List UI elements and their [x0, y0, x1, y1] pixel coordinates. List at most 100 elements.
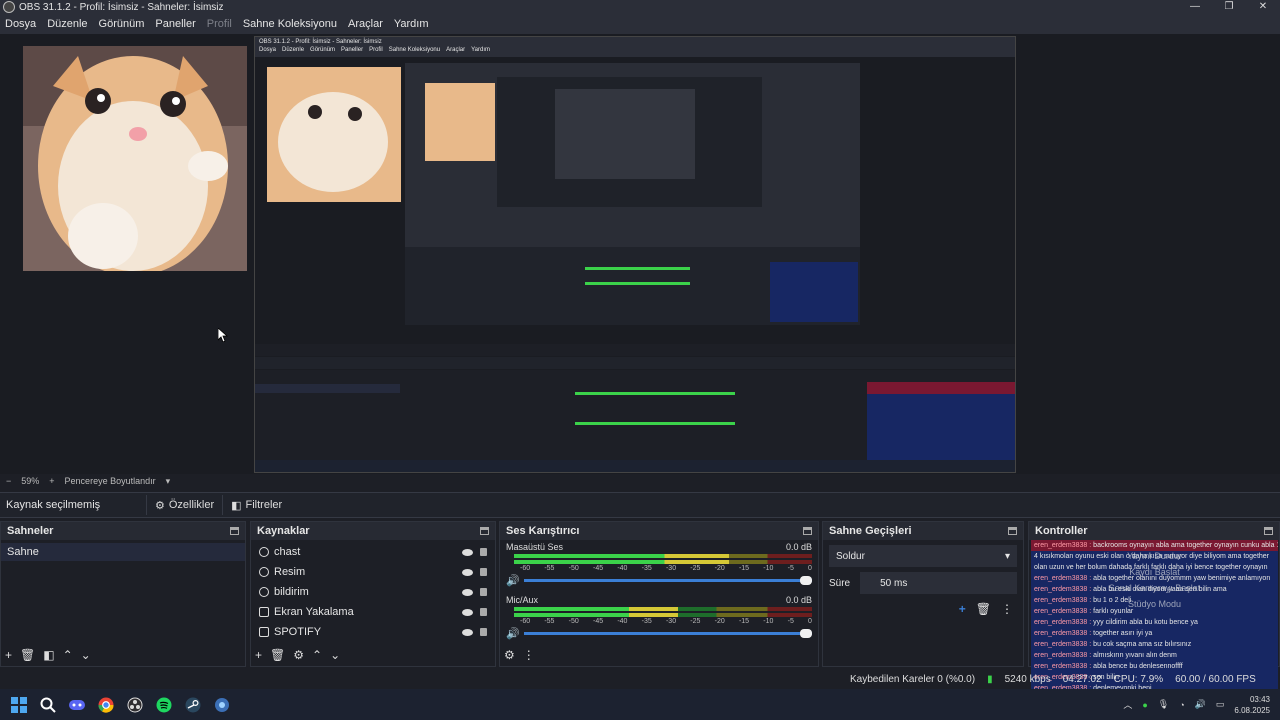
lock-icon[interactable]	[480, 628, 487, 636]
lock-icon[interactable]	[480, 548, 487, 556]
lock-icon[interactable]	[480, 608, 487, 616]
remove-transition-button[interactable]: 🗑	[976, 602, 991, 616]
source-item[interactable]: Ekran Yakalama	[251, 602, 495, 622]
remove-scene-button[interactable]: 🗑	[20, 648, 35, 662]
minimize-button[interactable]: —	[1178, 0, 1212, 14]
source-properties-button[interactable]: ⚙	[293, 648, 304, 662]
scale-tick: -40	[617, 618, 628, 625]
chat-text: together asırı iyi ya	[1093, 630, 1153, 637]
visibility-eye-icon[interactable]	[462, 628, 473, 636]
undock-icon[interactable]	[803, 527, 812, 535]
properties-button[interactable]: ⚙ Özellikler	[146, 495, 222, 515]
remove-source-button[interactable]: 🗑	[270, 648, 285, 662]
window-title: OBS 31.1.2 - Profil: İsimsiz - Sahneler:…	[19, 1, 224, 13]
wifi-icon[interactable]: ◔	[1179, 700, 1184, 710]
menu-duzenle[interactable]: Düzenle	[47, 18, 87, 30]
source-toolbar: Kaynak seçilmemiş ⚙ Özellikler ◧ Filtrel…	[0, 492, 1280, 518]
windows-start-icon[interactable]	[9, 695, 29, 715]
tray-status-icon[interactable]: ●	[1142, 700, 1147, 710]
chevron-up-icon[interactable]: ︿	[1123, 698, 1132, 711]
scale-tick: -15	[738, 565, 750, 572]
chrome-icon[interactable]	[96, 695, 116, 715]
add-transition-button[interactable]: +	[959, 602, 966, 616]
more-options-icon[interactable]: ⋮	[1001, 602, 1013, 616]
microphone-icon[interactable]: 🎙	[1158, 699, 1169, 710]
visibility-eye-icon[interactable]	[462, 588, 473, 596]
move-down-button[interactable]: ⌄	[330, 648, 340, 662]
discord-icon[interactable]	[67, 695, 87, 715]
gear-icon: ⚙	[155, 499, 165, 512]
visibility-eye-icon[interactable]	[462, 568, 473, 576]
move-up-button[interactable]: ⌃	[312, 648, 322, 662]
search-icon[interactable]	[38, 695, 58, 715]
chat-text: abla bu eski olan diyom yaaa sen bilin a…	[1093, 586, 1227, 593]
undock-icon[interactable]	[1264, 527, 1273, 535]
fit-to-window-button[interactable]: Pencereye Boyutlandır	[65, 476, 156, 486]
menu-profil[interactable]: Profil	[207, 18, 232, 30]
visibility-eye-icon[interactable]	[462, 548, 473, 556]
meter-fill	[514, 560, 729, 564]
menu-gorunum[interactable]: Görünüm	[99, 18, 145, 30]
chevron-down-icon[interactable]: ▾	[166, 476, 171, 487]
steam-icon[interactable]	[183, 695, 203, 715]
speaker-icon[interactable]: 🔊	[506, 574, 520, 587]
battery-icon[interactable]: ▭	[1216, 699, 1225, 710]
source-item[interactable]: chast	[251, 542, 495, 562]
obs-icon[interactable]	[125, 695, 145, 715]
volume-slider[interactable]	[523, 576, 812, 585]
nested-menu-item: Sahne Koleksiyonu	[388, 47, 441, 53]
lock-icon[interactable]	[480, 588, 487, 596]
chat-username: eren_erdem3838 :	[1034, 597, 1092, 604]
volume-icon[interactable]: 🔊	[1195, 699, 1206, 710]
move-down-button[interactable]: ⌄	[81, 648, 91, 662]
nested-menu-item: Dosya	[259, 47, 277, 53]
source-item[interactable]: Resim	[251, 562, 495, 582]
taskbar: ︿ ● 🎙 ◔ 🔊 ▭ 03:43 6.08.2025	[0, 689, 1280, 720]
source-name: bildirim	[274, 586, 309, 598]
menu-sahne-koleksiyonu[interactable]: Sahne Koleksiyonu	[243, 18, 337, 30]
zoom-out-button[interactable]: −	[6, 476, 11, 486]
advanced-audio-icon[interactable]: ⚙	[504, 648, 515, 662]
visibility-eye-icon[interactable]	[462, 608, 473, 616]
slider-knob[interactable]	[800, 629, 812, 638]
close-button[interactable]: ✕	[1246, 0, 1280, 14]
menu-yardim[interactable]: Yardım	[394, 18, 429, 30]
undock-icon[interactable]	[1008, 527, 1017, 535]
more-options-icon[interactable]: ⋮	[523, 648, 535, 662]
source-item[interactable]: bildirim	[251, 582, 495, 602]
scene-filters-button[interactable]: ◧	[43, 648, 54, 662]
chat-message: eren_erdem3838 : farklı oyunlar	[1031, 606, 1278, 617]
slider-knob[interactable]	[800, 576, 812, 585]
chat-text: backrooms oynayın abla ama together oyna…	[1093, 542, 1278, 549]
scale-tick: -60	[520, 565, 531, 572]
transition-select[interactable]: Soldur ▾	[829, 545, 1017, 567]
menu-dosya[interactable]: Dosya	[5, 18, 36, 30]
chat-message: eren_erdem3838 : abla together olanını d…	[1031, 573, 1278, 584]
volume-slider[interactable]	[523, 629, 812, 638]
app-icon[interactable]	[212, 695, 232, 715]
duration-input[interactable]: 50 ms	[860, 572, 1017, 594]
move-up-button[interactable]: ⌃	[63, 648, 73, 662]
spotify-icon[interactable]	[154, 695, 174, 715]
filters-button[interactable]: ◧ Filtreler	[222, 495, 290, 515]
channel-level: 0.0 dB	[785, 595, 812, 605]
zoom-in-button[interactable]: +	[49, 476, 54, 486]
menu-paneller[interactable]: Paneller	[155, 18, 195, 30]
source-item[interactable]: SPOTIFY	[251, 622, 495, 642]
undock-icon[interactable]	[480, 527, 489, 535]
menu-araclar[interactable]: Araçlar	[348, 18, 383, 30]
add-source-button[interactable]: +	[255, 648, 262, 662]
volume-meter	[514, 554, 812, 558]
speaker-icon[interactable]: 🔊	[506, 627, 520, 640]
add-scene-button[interactable]: +	[5, 648, 12, 662]
lock-icon[interactable]	[480, 568, 487, 576]
sources-title: Kaynaklar	[257, 525, 310, 537]
scene-item[interactable]: Sahne	[1, 543, 245, 561]
no-source-selected-label: Kaynak seçilmemiş	[6, 499, 101, 511]
maximize-button[interactable]: ❐	[1212, 0, 1246, 14]
chat-message: olan uzun ve her bolum dahada farklı far…	[1031, 562, 1278, 573]
chat-username: eren_erdem3838 :	[1034, 630, 1092, 637]
nested-menu-item: Yardım	[471, 47, 491, 53]
undock-icon[interactable]	[230, 527, 239, 535]
clock[interactable]: 03:43 6.08.2025	[1234, 694, 1270, 716]
